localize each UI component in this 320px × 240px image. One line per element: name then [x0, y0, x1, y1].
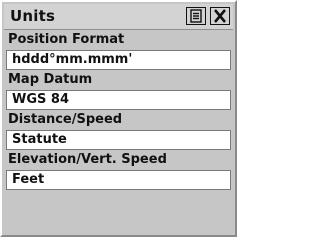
- menu-button[interactable]: [186, 7, 206, 25]
- units-page: Units Position Format hddd°mm.mmm' Map D…: [0, 0, 237, 237]
- page-title: Units: [10, 7, 56, 25]
- position-format-field[interactable]: hddd°mm.mmm': [6, 50, 231, 70]
- settings-list: Position Format hddd°mm.mmm' Map Datum W…: [6, 32, 231, 192]
- setting-label: Map Datum: [8, 72, 93, 87]
- setting-position-format: Position Format hddd°mm.mmm': [6, 32, 231, 72]
- setting-map-datum: Map Datum WGS 84: [6, 72, 231, 112]
- close-button[interactable]: [210, 7, 230, 25]
- setting-label: Position Format: [8, 32, 125, 47]
- distance-speed-field[interactable]: Statute: [6, 130, 231, 150]
- setting-elevation-speed: Elevation/Vert. Speed Feet: [6, 152, 231, 192]
- setting-distance-speed: Distance/Speed Statute: [6, 112, 231, 152]
- setting-label: Distance/Speed: [8, 112, 123, 127]
- elevation-speed-field[interactable]: Feet: [6, 170, 231, 190]
- map-datum-field[interactable]: WGS 84: [6, 90, 231, 110]
- title-bar: Units: [4, 4, 233, 30]
- setting-label: Elevation/Vert. Speed: [8, 152, 167, 167]
- menu-icon: [187, 8, 205, 24]
- close-icon: [211, 8, 229, 24]
